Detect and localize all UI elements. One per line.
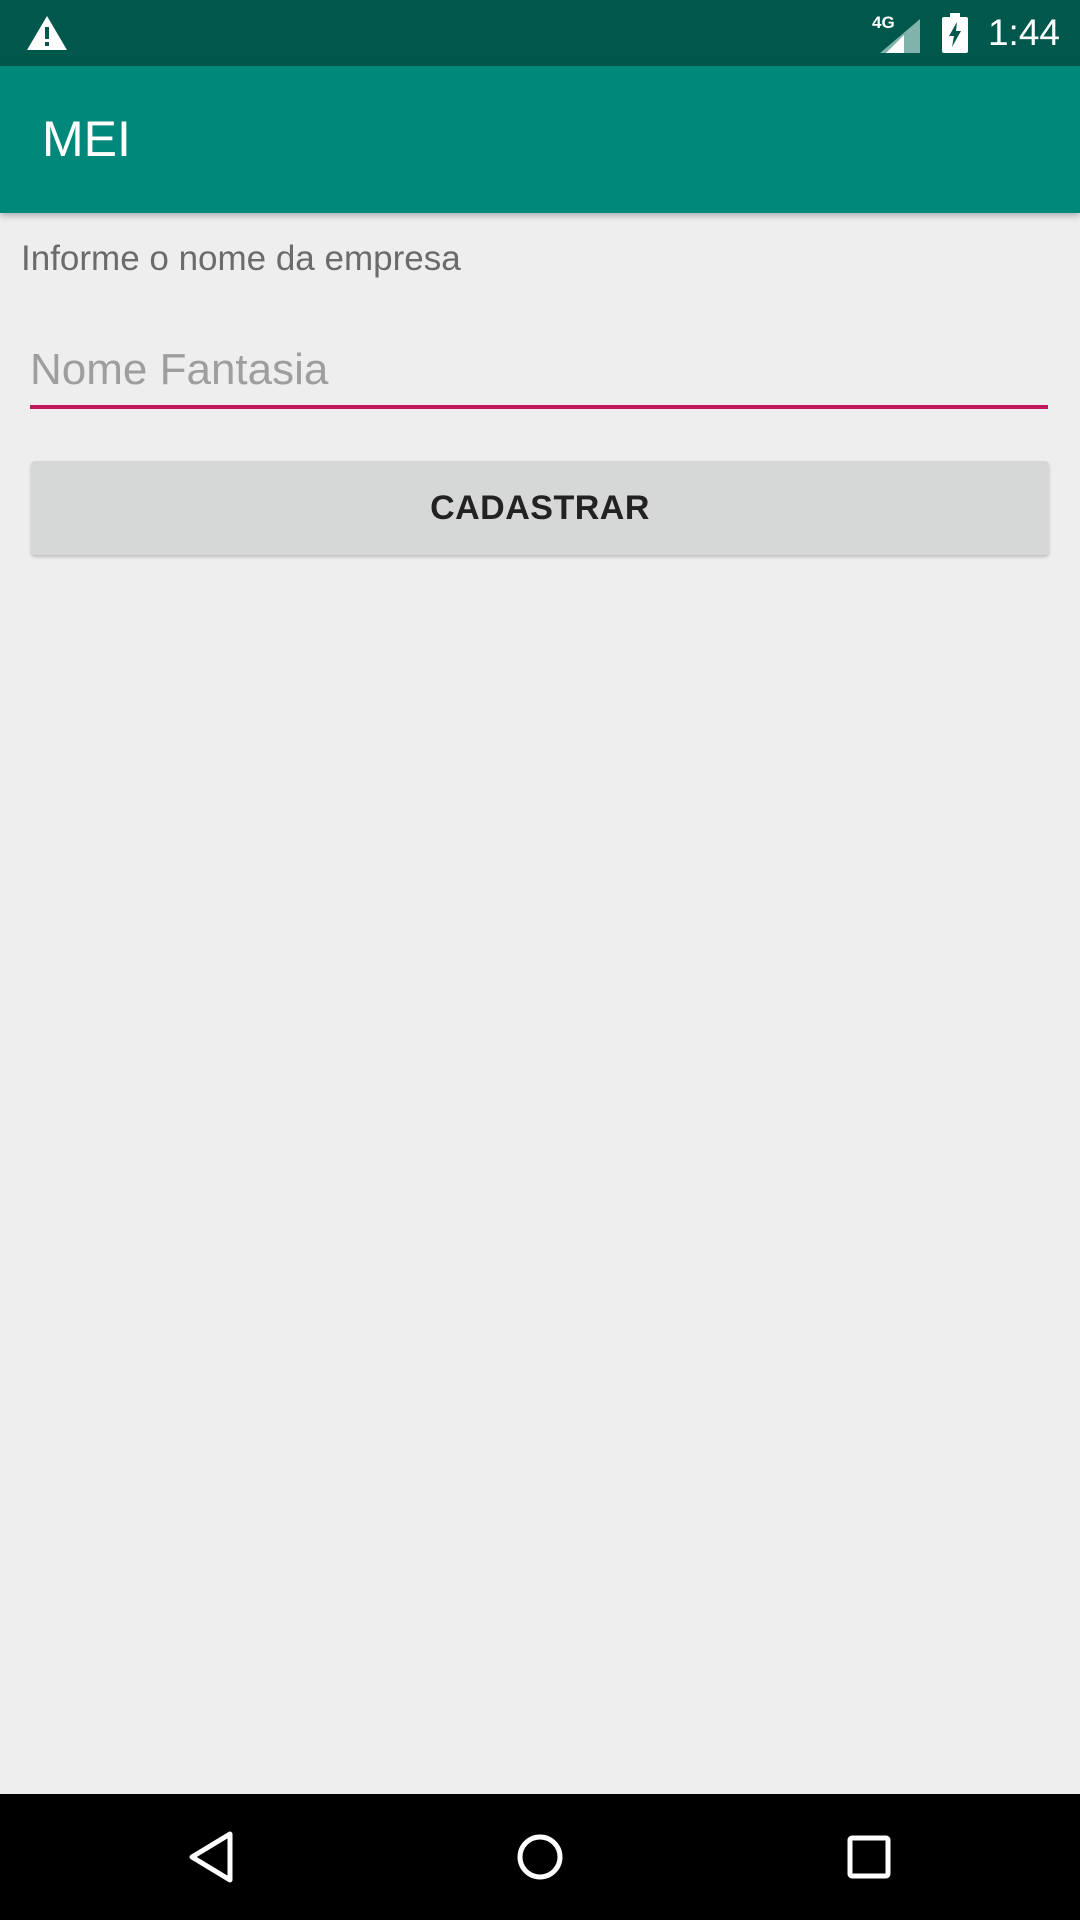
signal-icon: 4G xyxy=(872,13,920,53)
home-icon xyxy=(517,1834,563,1880)
battery-charging-icon xyxy=(941,13,968,53)
trade-name-input[interactable] xyxy=(30,335,1048,409)
recents-button[interactable] xyxy=(809,1794,929,1920)
status-bar: 4G 1:44 xyxy=(0,0,1080,66)
home-button[interactable] xyxy=(480,1794,600,1920)
recents-icon xyxy=(847,1835,891,1879)
back-icon xyxy=(189,1831,233,1883)
navigation-bar xyxy=(0,1794,1080,1920)
back-button[interactable] xyxy=(151,1794,271,1920)
warning-icon xyxy=(27,16,67,50)
company-name-prompt: Informe o nome da empresa xyxy=(21,239,461,278)
status-time: 1:44 xyxy=(987,12,1060,53)
register-button[interactable]: CADASTRAR xyxy=(31,461,1049,555)
status-icons: 4G 1:44 xyxy=(872,0,1060,66)
app-title: MEI xyxy=(42,111,131,167)
app-bar: MEI xyxy=(0,66,1080,213)
